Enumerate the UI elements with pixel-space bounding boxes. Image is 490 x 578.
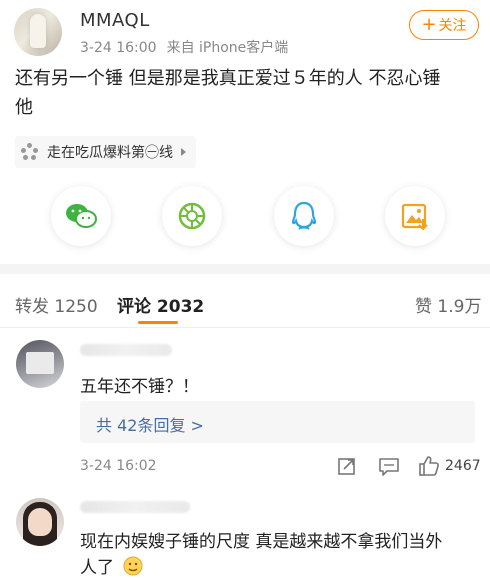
- post-time: 3-24 16:00: [80, 40, 157, 56]
- commenter-avatar[interactable]: [16, 498, 64, 546]
- commenter-name-blurred: [80, 344, 172, 356]
- post-text: 还有另一个锤 但是那是我真正爱过５年的人 不忍心锤 他: [15, 64, 475, 122]
- follow-button[interactable]: + 关注: [409, 10, 479, 40]
- topic-icon: [21, 143, 39, 161]
- chevron-right-icon: [181, 148, 186, 156]
- plus-icon: +: [421, 14, 437, 35]
- commenter-name-blurred: [80, 501, 190, 513]
- share-save-image-button[interactable]: [385, 186, 445, 246]
- topic-chip[interactable]: 走在吃瓜爆料第㊀线: [15, 136, 196, 168]
- comment-text: 现在内娱嫂子锤的尺度 真是越来越不拿我们当外: [80, 532, 443, 552]
- post-text-line: 还有另一个锤 但是那是我真正爱过５年的人 不忍心锤: [15, 68, 441, 89]
- wechat-icon: [66, 204, 97, 228]
- comment-text: 五年还不锤？！: [80, 377, 199, 397]
- comment-time: 3-24 16:02: [80, 458, 157, 474]
- share-moments-button[interactable]: [162, 186, 222, 246]
- follow-label: 关注: [438, 18, 467, 34]
- replies-label: 共 42条回复 >: [96, 416, 204, 435]
- qq-icon: [291, 201, 317, 230]
- author-avatar[interactable]: [14, 8, 62, 56]
- comment-text-line: 人了: [80, 558, 114, 578]
- section-divider: [0, 264, 490, 274]
- share-qq-button[interactable]: [274, 186, 334, 246]
- comment-text-continued: 人了: [80, 553, 143, 578]
- topic-label: 走在吃瓜爆料第㊀线: [47, 145, 173, 161]
- comment-icon[interactable]: [378, 456, 400, 476]
- tab-like[interactable]: 赞 1.9万: [415, 292, 481, 317]
- save-image-icon: [401, 203, 428, 231]
- post-text-line: 他: [15, 97, 33, 118]
- like-icon[interactable]: [418, 455, 440, 477]
- post-source: 来自 iPhone客户端: [166, 40, 289, 56]
- active-tab-indicator: [138, 321, 178, 324]
- post-meta: 3-24 16:00 来自 iPhone客户端: [80, 37, 288, 57]
- tab-repost[interactable]: 转发 1250: [15, 292, 98, 317]
- author-name[interactable]: MMAQL: [80, 10, 150, 31]
- tab-divider: [0, 327, 490, 328]
- like-count: 2467: [445, 458, 481, 474]
- tab-comment[interactable]: 评论 2032: [117, 292, 204, 317]
- comment-replies-link[interactable]: 共 42条回复 >: [80, 401, 475, 443]
- moments-icon: [178, 202, 206, 230]
- emoji-icon: [123, 556, 143, 576]
- share-wechat-button[interactable]: [51, 186, 111, 246]
- repost-icon[interactable]: [337, 456, 357, 476]
- commenter-avatar[interactable]: [16, 340, 64, 388]
